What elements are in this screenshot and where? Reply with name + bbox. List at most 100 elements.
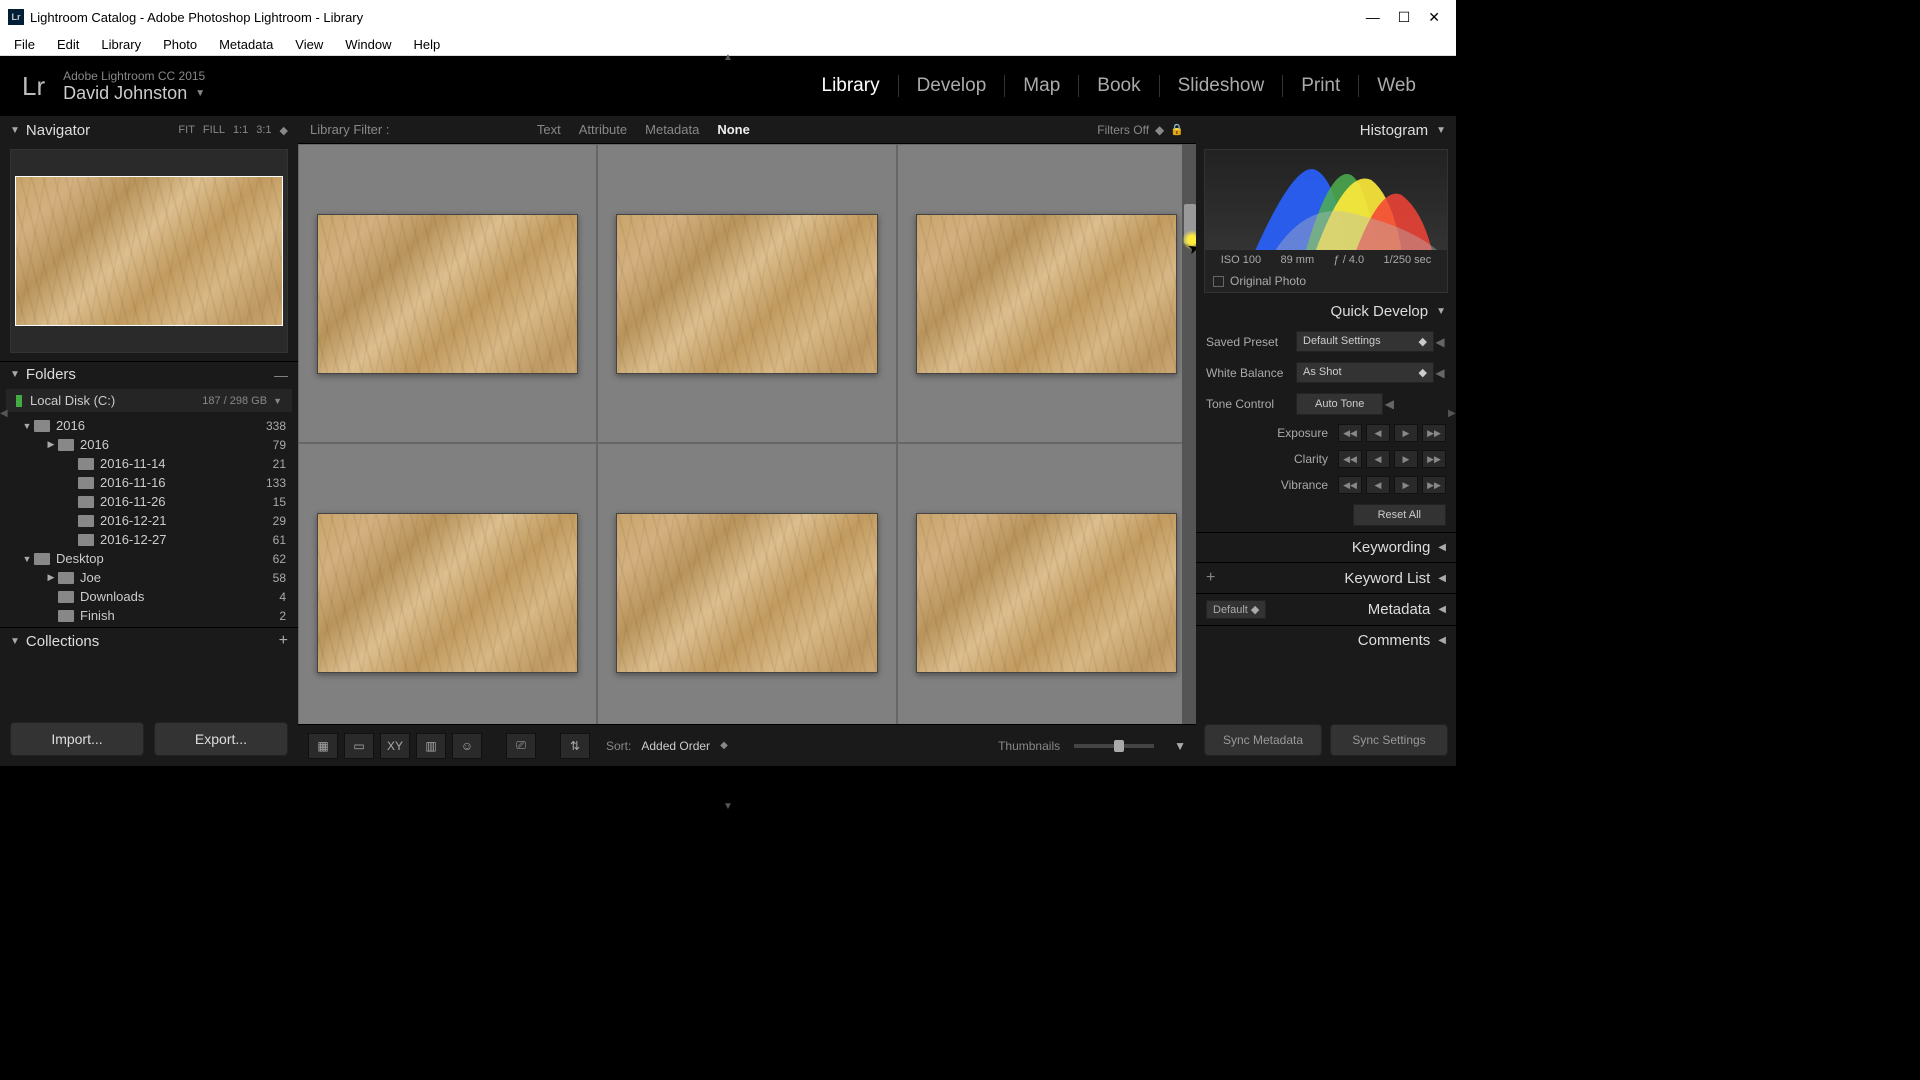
histogram-header[interactable]: Histogram ▼ bbox=[1196, 116, 1456, 145]
add-collection-icon[interactable]: + bbox=[279, 632, 288, 650]
disk-row[interactable]: Local Disk (C:) 187 / 298 GB ▼ bbox=[6, 389, 292, 412]
folder-row[interactable]: 2016-11-1421 bbox=[0, 454, 298, 473]
folder-row[interactable]: ▼2016338 bbox=[0, 416, 298, 435]
collapse-bottom-icon[interactable]: ▼ bbox=[723, 801, 733, 812]
folder-row[interactable]: 2016-12-2761 bbox=[0, 530, 298, 549]
lock-icon[interactable]: 🔒 bbox=[1170, 123, 1184, 136]
quick-develop-header[interactable]: Quick Develop ▼ bbox=[1196, 297, 1456, 326]
menu-metadata[interactable]: Metadata bbox=[209, 35, 283, 54]
collapse-top-icon[interactable]: ▲ bbox=[723, 52, 733, 63]
import-button[interactable]: Import... bbox=[10, 722, 144, 756]
grid-cell[interactable] bbox=[298, 443, 597, 724]
folder-row[interactable]: ▶Joe58 bbox=[0, 568, 298, 587]
vibrance-dec2-button[interactable]: ◀◀ bbox=[1338, 476, 1362, 494]
collections-header[interactable]: ▼ Collections + bbox=[0, 627, 298, 654]
zoom-fill[interactable]: FILL bbox=[203, 124, 225, 137]
grid-cell[interactable] bbox=[897, 443, 1196, 724]
folder-row[interactable]: 2016-12-2129 bbox=[0, 511, 298, 530]
navigator-header[interactable]: ▼ Navigator FIT FILL 1:1 3:1 ◆ bbox=[0, 116, 298, 145]
minimize-button[interactable]: — bbox=[1366, 9, 1380, 26]
folder-expand-icon[interactable]: ▼ bbox=[20, 554, 34, 564]
exposure-inc2-button[interactable]: ▶▶ bbox=[1422, 424, 1446, 442]
people-view-button[interactable]: ☺ bbox=[452, 733, 482, 759]
folders-menu-icon[interactable]: — bbox=[274, 367, 288, 383]
compare-view-button[interactable]: XY bbox=[380, 733, 410, 759]
sync-metadata-button[interactable]: Sync Metadata bbox=[1204, 724, 1322, 756]
folders-header[interactable]: ▼ Folders — bbox=[0, 361, 298, 387]
add-keyword-icon[interactable]: + bbox=[1206, 569, 1215, 587]
collapse-left-icon[interactable]: ◀ bbox=[0, 408, 8, 428]
painter-tool-button[interactable]: ⎚ bbox=[506, 733, 536, 759]
maximize-button[interactable]: ☐ bbox=[1398, 9, 1411, 26]
grid-view-button[interactable]: ▦ bbox=[308, 733, 338, 759]
grid-cell[interactable] bbox=[597, 144, 896, 443]
export-button[interactable]: Export... bbox=[154, 722, 288, 756]
dropdown-icon[interactable]: ◆ bbox=[1155, 123, 1164, 137]
module-print[interactable]: Print bbox=[1283, 75, 1359, 97]
module-map[interactable]: Map bbox=[1005, 75, 1079, 97]
module-slideshow[interactable]: Slideshow bbox=[1160, 75, 1284, 97]
toolbar-menu-icon[interactable]: ▼ bbox=[1174, 739, 1186, 753]
expand-icon[interactable]: ◀ bbox=[1383, 397, 1395, 411]
folder-row[interactable]: Downloads4 bbox=[0, 587, 298, 606]
slider-handle[interactable] bbox=[1114, 740, 1124, 752]
clarity-inc-button[interactable]: ▶ bbox=[1394, 450, 1418, 468]
menu-photo[interactable]: Photo bbox=[153, 35, 207, 54]
menu-edit[interactable]: Edit bbox=[47, 35, 89, 54]
keywording-header[interactable]: Keywording ◀ bbox=[1196, 532, 1456, 562]
exposure-dec-button[interactable]: ◀ bbox=[1366, 424, 1390, 442]
loupe-view-button[interactable]: ▭ bbox=[344, 733, 374, 759]
menu-view[interactable]: View bbox=[285, 35, 333, 54]
close-button[interactable]: ✕ bbox=[1428, 9, 1440, 26]
folder-row[interactable]: ▼Desktop62 bbox=[0, 549, 298, 568]
grid-cell[interactable] bbox=[897, 144, 1196, 443]
menu-library[interactable]: Library bbox=[91, 35, 151, 54]
folder-row[interactable]: 2016-11-16133 bbox=[0, 473, 298, 492]
original-photo-checkbox[interactable] bbox=[1213, 276, 1224, 287]
folder-row[interactable]: Finish2 bbox=[0, 606, 298, 625]
histogram-graph[interactable] bbox=[1205, 150, 1447, 250]
menu-window[interactable]: Window bbox=[335, 35, 401, 54]
clarity-dec-button[interactable]: ◀ bbox=[1366, 450, 1390, 468]
sort-value[interactable]: Added Order bbox=[641, 739, 710, 753]
dropdown-icon[interactable]: ◆ bbox=[720, 740, 728, 751]
zoom-1-1[interactable]: 1:1 bbox=[233, 124, 248, 137]
filter-metadata[interactable]: Metadata bbox=[645, 122, 699, 137]
folder-row[interactable]: 2016-11-2615 bbox=[0, 492, 298, 511]
survey-view-button[interactable]: ▥ bbox=[416, 733, 446, 759]
folder-expand-icon[interactable]: ▶ bbox=[44, 572, 58, 583]
menu-help[interactable]: Help bbox=[404, 35, 451, 54]
metadata-preset-select[interactable]: Default ◆ bbox=[1206, 600, 1266, 619]
filter-attribute[interactable]: Attribute bbox=[579, 122, 627, 137]
exposure-dec2-button[interactable]: ◀◀ bbox=[1338, 424, 1362, 442]
zoom-dropdown-icon[interactable]: ◆ bbox=[280, 124, 288, 137]
comments-header[interactable]: Comments ◀ bbox=[1196, 625, 1456, 655]
preset-select[interactable]: Default Settings◆ bbox=[1296, 331, 1434, 352]
module-develop[interactable]: Develop bbox=[899, 75, 1006, 97]
vibrance-dec-button[interactable]: ◀ bbox=[1366, 476, 1390, 494]
reset-all-button[interactable]: Reset All bbox=[1353, 504, 1446, 526]
collapse-right-icon[interactable]: ▶ bbox=[1448, 408, 1456, 428]
module-book[interactable]: Book bbox=[1079, 75, 1159, 97]
filter-none[interactable]: None bbox=[717, 122, 750, 137]
grid-cell[interactable] bbox=[597, 443, 896, 724]
vibrance-inc2-button[interactable]: ▶▶ bbox=[1422, 476, 1446, 494]
identity-plate[interactable]: David Johnston ▼ bbox=[63, 83, 205, 104]
zoom-3-1[interactable]: 3:1 bbox=[256, 124, 271, 137]
grid-cell[interactable] bbox=[298, 144, 597, 443]
grid-view[interactable]: ➤ bbox=[298, 144, 1196, 724]
expand-icon[interactable]: ◀ bbox=[1434, 366, 1446, 380]
folder-expand-icon[interactable]: ▶ bbox=[44, 439, 58, 450]
folder-expand-icon[interactable]: ▼ bbox=[20, 421, 34, 431]
clarity-dec2-button[interactable]: ◀◀ bbox=[1338, 450, 1362, 468]
vibrance-inc-button[interactable]: ▶ bbox=[1394, 476, 1418, 494]
clarity-inc2-button[interactable]: ▶▶ bbox=[1422, 450, 1446, 468]
keyword-list-header[interactable]: + Keyword List ◀ bbox=[1196, 562, 1456, 593]
sync-settings-button[interactable]: Sync Settings bbox=[1330, 724, 1448, 756]
module-library[interactable]: Library bbox=[804, 75, 899, 97]
filter-text[interactable]: Text bbox=[537, 122, 561, 137]
expand-icon[interactable]: ◀ bbox=[1434, 335, 1446, 349]
exposure-inc-button[interactable]: ▶ bbox=[1394, 424, 1418, 442]
auto-tone-button[interactable]: Auto Tone bbox=[1296, 393, 1383, 415]
filter-status[interactable]: Filters Off bbox=[1097, 123, 1149, 137]
